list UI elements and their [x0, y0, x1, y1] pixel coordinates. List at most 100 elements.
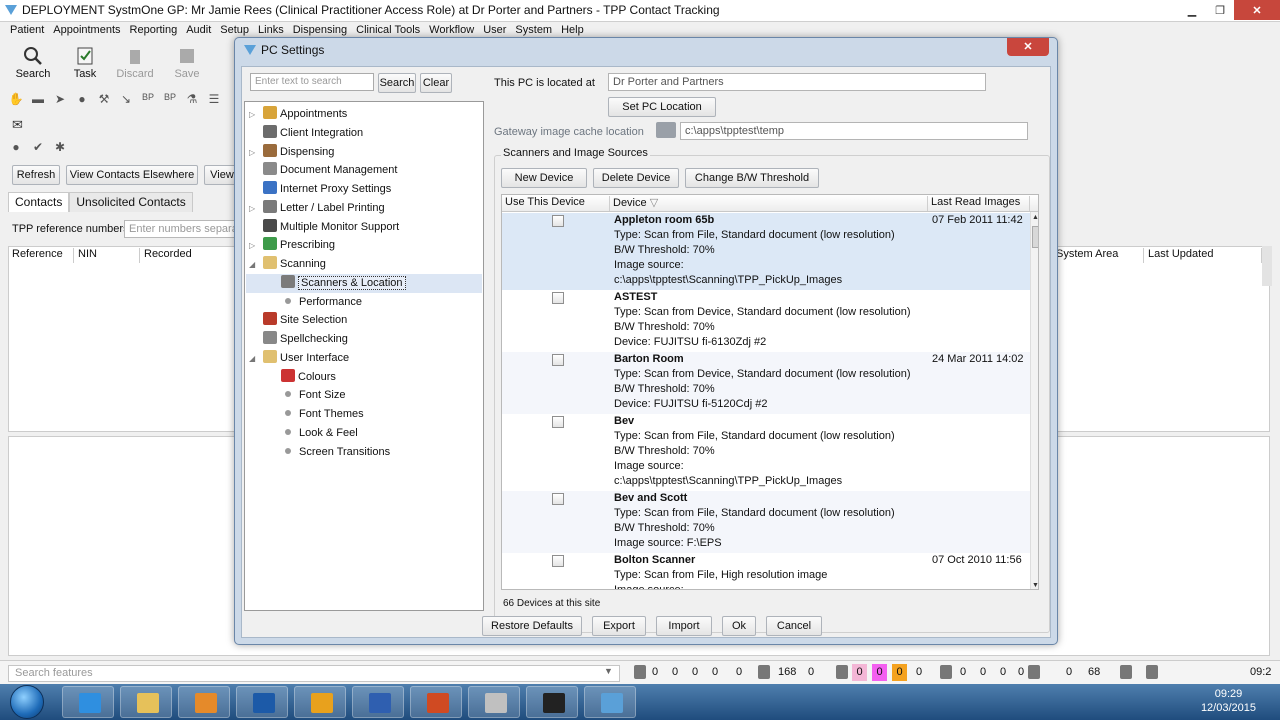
discard-tool-button[interactable]: Discard	[112, 44, 158, 80]
notes-icon[interactable]	[940, 665, 952, 679]
status-counter[interactable]: 0	[712, 666, 718, 678]
tree-item-colours[interactable]: Colours	[281, 368, 336, 386]
tree-item-scanners-location[interactable]: Scanners & Location	[281, 274, 406, 292]
device-row[interactable]: Appleton room 65b 07 Feb 2011 11:42 Type: …	[502, 213, 1030, 290]
import-button[interactable]: Import	[656, 616, 712, 636]
main-scrollbar[interactable]	[1262, 246, 1272, 286]
status-counter[interactable]: 0	[1018, 666, 1024, 678]
search-tool-button[interactable]: Search	[10, 44, 56, 80]
use-device-checkbox[interactable]	[552, 555, 564, 567]
change-threshold-button[interactable]: Change B/W Threshold	[685, 168, 819, 188]
taskbar-cmd-button[interactable]	[526, 686, 578, 718]
tree-item-multiple-monitor-support[interactable]: Multiple Monitor Support	[263, 218, 399, 236]
header-device[interactable]: Device ▽	[610, 196, 928, 211]
column-last-updated[interactable]: Last Updated	[1144, 248, 1262, 263]
tools-icon[interactable]	[1120, 665, 1132, 679]
bp2-icon[interactable]: BP	[162, 92, 178, 106]
device-row[interactable]: Bev Type: Scan from File, Standard docume…	[502, 414, 1030, 491]
cancel-button[interactable]: Cancel	[766, 616, 822, 636]
use-device-checkbox[interactable]	[552, 215, 564, 227]
taskbar-systmone-button[interactable]	[584, 686, 636, 718]
status-counter[interactable]: 0	[872, 664, 887, 681]
status-counter[interactable]: 0	[652, 666, 658, 678]
search-features-input[interactable]: Search features	[8, 665, 620, 682]
tree-item-internet-proxy-settings[interactable]: Internet Proxy Settings	[263, 181, 391, 198]
dropdown-arrow-icon[interactable]: ▼	[604, 666, 613, 676]
tree-item-font-size[interactable]: Font Size	[281, 387, 345, 404]
status-counter[interactable]: 0	[1066, 666, 1072, 678]
tree-item-performance[interactable]: Performance	[281, 294, 362, 311]
close-button[interactable]: ✕	[1234, 0, 1280, 20]
tree-item-document-management[interactable]: Document Management	[263, 162, 397, 179]
device-row[interactable]: Bolton Scanner 07 Oct 2010 11:56 Type: Sca…	[502, 553, 1030, 589]
dialog-close-button[interactable]: ✕	[1007, 38, 1049, 56]
lock-icon[interactable]	[1028, 665, 1040, 679]
folder-browse-icon[interactable]	[656, 122, 676, 138]
tree-item-look-feel[interactable]: Look & Feel	[281, 425, 358, 442]
tree-item-font-themes[interactable]: Font Themes	[281, 406, 364, 423]
column-reference[interactable]: Reference	[8, 248, 74, 263]
scroll-thumb[interactable]	[1032, 226, 1038, 248]
tool-icon[interactable]: ⚒	[96, 92, 112, 106]
taskbar-word-button[interactable]	[352, 686, 404, 718]
tree-item-user-interface[interactable]: ◢ User Interface	[249, 349, 349, 367]
new-device-button[interactable]: New Device	[501, 168, 587, 188]
cache-location-field[interactable]: c:\apps\tpptest\temp	[680, 122, 1028, 140]
tree-item-appointments[interactable]: ▷ Appointments	[249, 106, 347, 123]
location-field[interactable]: Dr Porter and Partners	[608, 73, 986, 91]
column-recorded[interactable]: Recorded	[140, 248, 236, 263]
taskbar-captivate-button[interactable]	[236, 686, 288, 718]
device-row[interactable]: ASTEST Type: Scan from Device, Standard d…	[502, 290, 1030, 352]
tree-item-scanning[interactable]: ◢ Scanning	[249, 256, 326, 273]
export-button[interactable]: Export	[592, 616, 646, 636]
status-counter[interactable]: 0	[808, 666, 814, 678]
start-button[interactable]	[10, 685, 44, 719]
taskbar-media-button[interactable]	[178, 686, 230, 718]
status-counter[interactable]: 0	[852, 664, 867, 681]
star-icon[interactable]: ✱	[52, 140, 68, 154]
maximize-button[interactable]: ❐	[1206, 0, 1234, 20]
settings-search-button[interactable]: Search	[378, 73, 416, 93]
ruler-icon[interactable]: ↘	[118, 92, 134, 106]
tree-item-prescribing[interactable]: ▷ Prescribing	[249, 237, 335, 254]
minimize-button[interactable]: ▁	[1178, 0, 1206, 20]
status-counter[interactable]: 0	[672, 666, 678, 678]
devices-scrollbar[interactable]: ▲ ▼	[1030, 212, 1038, 589]
reference-input[interactable]: Enter numbers separa	[124, 220, 236, 238]
status-counter[interactable]: 0	[692, 666, 698, 678]
dot-icon[interactable]: ●	[74, 92, 90, 106]
use-device-checkbox[interactable]	[552, 354, 564, 366]
ok-button[interactable]: Ok	[722, 616, 756, 636]
status-counter[interactable]: 0	[980, 666, 986, 678]
menu-patient[interactable]: Patient	[6, 22, 49, 40]
menu-reporting[interactable]: Reporting	[126, 22, 183, 40]
user-icon[interactable]	[1146, 665, 1158, 679]
header-use-device[interactable]: Use This Device	[502, 196, 610, 211]
settings-clear-button[interactable]: Clear	[420, 73, 452, 93]
status-counter[interactable]: 168	[778, 666, 796, 678]
tree-expander-icon[interactable]: ▷	[249, 237, 259, 254]
tree-item-site-selection[interactable]: Site Selection	[263, 312, 347, 329]
tree-expander-icon[interactable]: ▷	[249, 144, 259, 161]
printer-icon[interactable]	[758, 665, 770, 679]
save-tool-button[interactable]: Save	[164, 44, 210, 80]
refresh-button[interactable]: Refresh	[12, 165, 60, 185]
hand-icon[interactable]: ✋	[8, 92, 24, 106]
status-counter[interactable]: 0	[736, 666, 742, 678]
status-counter[interactable]: 0	[960, 666, 966, 678]
menu-appointments[interactable]: Appointments	[49, 22, 125, 40]
task-tool-button[interactable]: Task	[62, 44, 108, 80]
use-device-checkbox[interactable]	[552, 416, 564, 428]
taskbar-clock[interactable]: 09:29 12/03/2015	[1201, 687, 1256, 715]
tree-expander-icon[interactable]: ◢	[249, 350, 259, 367]
clock-icon[interactable]	[836, 665, 848, 679]
restore-defaults-button[interactable]: Restore Defaults	[482, 616, 582, 636]
taskbar-ie-button[interactable]	[62, 686, 114, 718]
tab-unsolicited-contacts[interactable]: Unsolicited Contacts	[69, 192, 193, 212]
status-counter[interactable]: 0	[916, 666, 922, 678]
tree-item-spellchecking[interactable]: Spellchecking	[263, 331, 348, 348]
scroll-up-icon[interactable]: ▲	[1032, 214, 1038, 221]
folder-icon[interactable]: ▬	[30, 92, 46, 106]
status-counter[interactable]: 0	[892, 664, 907, 681]
status-counter[interactable]: 68	[1088, 666, 1100, 678]
